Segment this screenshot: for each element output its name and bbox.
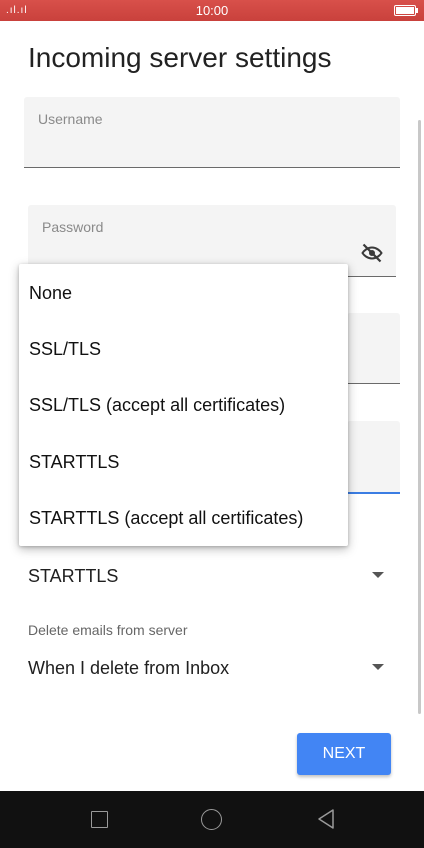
security-type-value: STARTTLS <box>28 566 119 586</box>
dropdown-arrow-icon <box>372 572 384 578</box>
next-button[interactable]: NEXT <box>297 733 391 775</box>
delete-emails-value: When I delete from Inbox <box>28 658 230 678</box>
menu-item-ssl-tls-accept-all[interactable]: SSL/TLS (accept all certificates) <box>19 377 348 433</box>
recent-apps-icon[interactable] <box>91 811 108 828</box>
navigation-bar <box>0 791 424 848</box>
security-type-menu: None SSL/TLS SSL/TLS (accept all certifi… <box>19 264 348 546</box>
dropdown-arrow-icon <box>372 664 384 670</box>
eye-off-icon[interactable] <box>358 241 386 265</box>
menu-item-ssl-tls[interactable]: SSL/TLS <box>19 321 348 377</box>
home-icon[interactable] <box>201 809 222 830</box>
server-field[interactable] <box>347 313 400 384</box>
page-title: Incoming server settings <box>28 42 332 73</box>
menu-item-starttls[interactable]: STARTTLS <box>19 434 348 490</box>
username-label: Username <box>38 111 103 127</box>
status-time: 10:00 <box>195 3 229 18</box>
username-field[interactable]: Username <box>24 97 400 168</box>
password-label: Password <box>42 219 104 235</box>
back-icon[interactable] <box>316 808 336 830</box>
battery-icon <box>394 5 418 16</box>
menu-item-none[interactable]: None <box>19 265 348 321</box>
scrollbar[interactable] <box>418 120 421 714</box>
delete-emails-select[interactable]: When I delete from Inbox <box>28 652 388 684</box>
menu-item-starttls-accept-all[interactable]: STARTTLS (accept all certificates) <box>19 490 348 546</box>
security-type-select[interactable]: STARTTLS <box>28 560 388 592</box>
port-field[interactable] <box>347 421 400 494</box>
status-bar: .ıl.ıl 10:00 <box>0 0 424 21</box>
delete-emails-label: Delete emails from server <box>28 622 188 638</box>
